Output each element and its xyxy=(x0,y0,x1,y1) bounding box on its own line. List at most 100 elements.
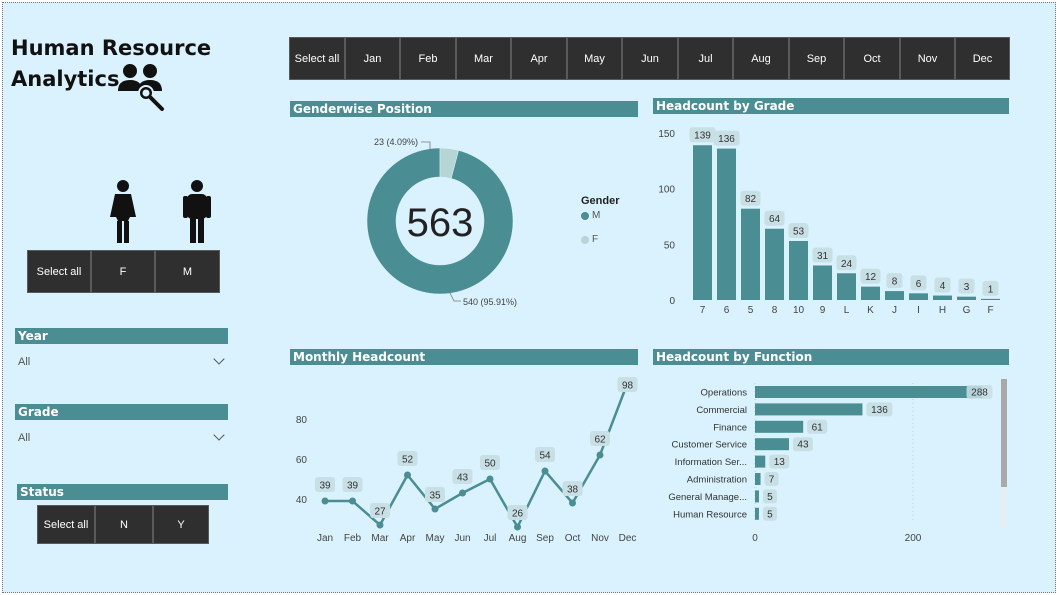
function-label-7: Human Resource xyxy=(673,509,747,520)
function-bar-label-2: 61 xyxy=(812,422,824,433)
function-bar-1 xyxy=(755,403,863,416)
grade-bar-label-L: 24 xyxy=(841,259,853,270)
function-bar-7 xyxy=(755,507,759,520)
monthly-point-Mar xyxy=(376,521,384,529)
legend-title: Gender xyxy=(581,195,620,207)
monthly-xtick-Jan: Jan xyxy=(317,533,333,544)
monthly-point-Aug xyxy=(514,523,521,531)
month-oct-button[interactable]: Oct xyxy=(844,37,900,80)
monthly-point-Nov xyxy=(596,451,604,459)
dashboard-canvas: Human Resource Analytics Select all F M … xyxy=(2,2,1056,593)
monthly-xtick-Nov: Nov xyxy=(591,533,609,544)
function-label-4: Information Ser... xyxy=(675,457,747,468)
month-jun-button[interactable]: Jun xyxy=(622,37,678,80)
grade-bar-G xyxy=(957,296,976,300)
monthly-xtick-Feb: Feb xyxy=(344,533,362,544)
gender-f-button[interactable]: F xyxy=(91,250,155,293)
status-n-button[interactable]: N xyxy=(95,505,153,544)
grade-bar-label-10: 53 xyxy=(793,226,805,237)
monthly-point-Jul xyxy=(486,475,494,483)
grade-xtick-6: 6 xyxy=(724,305,730,316)
grade-bar-10 xyxy=(789,240,808,300)
monthly-ytick-60: 60 xyxy=(296,455,308,466)
monthly-line-chart: 40 60 80 39 Jan 39 Feb 27 Mar 52 Apr 35 May 43 Jun 50 Ju… xyxy=(296,377,638,544)
monthly-point-Oct xyxy=(569,499,576,507)
month-select-all-button[interactable]: Select all xyxy=(289,37,345,80)
monthly-label-Mar: 27 xyxy=(374,507,386,518)
month-apr-button[interactable]: Apr xyxy=(511,37,567,80)
grade-bar-label-5: 82 xyxy=(745,194,757,205)
monthly-xtick-Mar: Mar xyxy=(371,533,389,544)
grade-bar-8 xyxy=(765,228,784,300)
month-may-button[interactable]: May xyxy=(567,37,622,80)
grade-ytick-0: 0 xyxy=(669,296,675,307)
monthly-label-Jul: 50 xyxy=(484,459,496,470)
legend-item-f[interactable]: F xyxy=(581,234,620,245)
month-jul-button[interactable]: Jul xyxy=(678,37,733,80)
monthly-xtick-May: May xyxy=(426,533,445,544)
grade-bar-I xyxy=(909,293,928,300)
function-bar-5 xyxy=(755,473,761,485)
monthly-point-Sep xyxy=(541,467,549,475)
function-label-5: Administration xyxy=(687,475,747,486)
grade-bar-9 xyxy=(813,265,832,300)
grade-bar-H xyxy=(933,295,952,300)
month-feb-button[interactable]: Feb xyxy=(400,37,456,80)
grade-xtick-G: G xyxy=(963,305,971,316)
function-bar-3 xyxy=(755,438,789,451)
grade-bar-label-8: 64 xyxy=(769,214,781,225)
legend-m-swatch xyxy=(581,211,589,220)
function-label-2: Finance xyxy=(713,422,747,433)
monthly-label-Jan: 39 xyxy=(319,481,331,492)
function-bar-label-4: 13 xyxy=(774,457,786,468)
gender-m-button[interactable]: M xyxy=(155,250,220,293)
grade-dropdown-value[interactable]: All xyxy=(18,432,30,444)
donut-center-total: 563 xyxy=(407,201,474,245)
year-chevron-down-icon[interactable] xyxy=(213,353,225,365)
grade-xtick-5: 5 xyxy=(748,305,754,316)
grade-xtick-7: 7 xyxy=(700,305,706,316)
grade-ytick-50: 50 xyxy=(664,240,676,251)
year-slicer-header: Year xyxy=(15,328,228,344)
function-scrollbar-thumb[interactable] xyxy=(1001,379,1007,487)
monthly-point-May xyxy=(431,505,439,513)
grade-bar-label-I: 6 xyxy=(916,279,922,290)
monthly-xtick-Aug: Aug xyxy=(509,533,527,544)
genderwise-donut-chart: 563 23 (4.09%) 540 (95.91%) xyxy=(366,137,517,307)
f-data-label: 23 (4.09%) xyxy=(374,137,418,147)
grade-bar-K xyxy=(861,286,880,300)
function-bar-0 xyxy=(755,386,983,398)
function-bar-2 xyxy=(755,420,804,433)
monthly-label-Sep: 54 xyxy=(539,451,551,462)
gender-select-all-button[interactable]: Select all xyxy=(27,250,91,293)
function-label-6: General Manage... xyxy=(668,492,747,503)
month-sep-button[interactable]: Sep xyxy=(789,37,844,80)
people-search-icon xyxy=(118,64,164,111)
month-nov-button[interactable]: Nov xyxy=(900,37,955,80)
monthly-xtick-Oct: Oct xyxy=(565,533,581,544)
month-dec-button[interactable]: Dec xyxy=(955,37,1010,80)
legend-item-m[interactable]: M xyxy=(581,210,620,221)
grade-chart-title: Headcount by Grade xyxy=(653,98,1009,114)
year-dropdown-value[interactable]: All xyxy=(18,356,30,368)
status-slicer-header: Status xyxy=(17,484,228,500)
grade-bar-label-7: 139 xyxy=(694,131,711,142)
monthly-ytick-40: 40 xyxy=(296,495,308,506)
monthly-label-Nov: 62 xyxy=(594,435,606,446)
month-jan-button[interactable]: Jan xyxy=(345,37,400,80)
monthly-point-Apr xyxy=(404,471,411,479)
monthly-label-Apr: 52 xyxy=(402,455,414,466)
function-bar-4 xyxy=(755,455,766,468)
status-y-button[interactable]: Y xyxy=(153,505,209,544)
page-title: Human Resource Analytics xyxy=(11,33,211,95)
grade-slicer-header: Grade xyxy=(15,404,228,420)
status-select-all-button[interactable]: Select all xyxy=(37,505,95,544)
monthly-label-Dec: 98 xyxy=(622,381,634,392)
grade-xtick-F: F xyxy=(987,305,993,316)
m-data-label: 540 (95.91%) xyxy=(463,297,517,307)
grade-chevron-down-icon[interactable] xyxy=(213,429,225,441)
grade-bar-5 xyxy=(741,208,760,300)
month-mar-button[interactable]: Mar xyxy=(456,37,511,80)
function-bar-label-6: 5 xyxy=(767,492,773,503)
month-aug-button[interactable]: Aug xyxy=(733,37,789,80)
